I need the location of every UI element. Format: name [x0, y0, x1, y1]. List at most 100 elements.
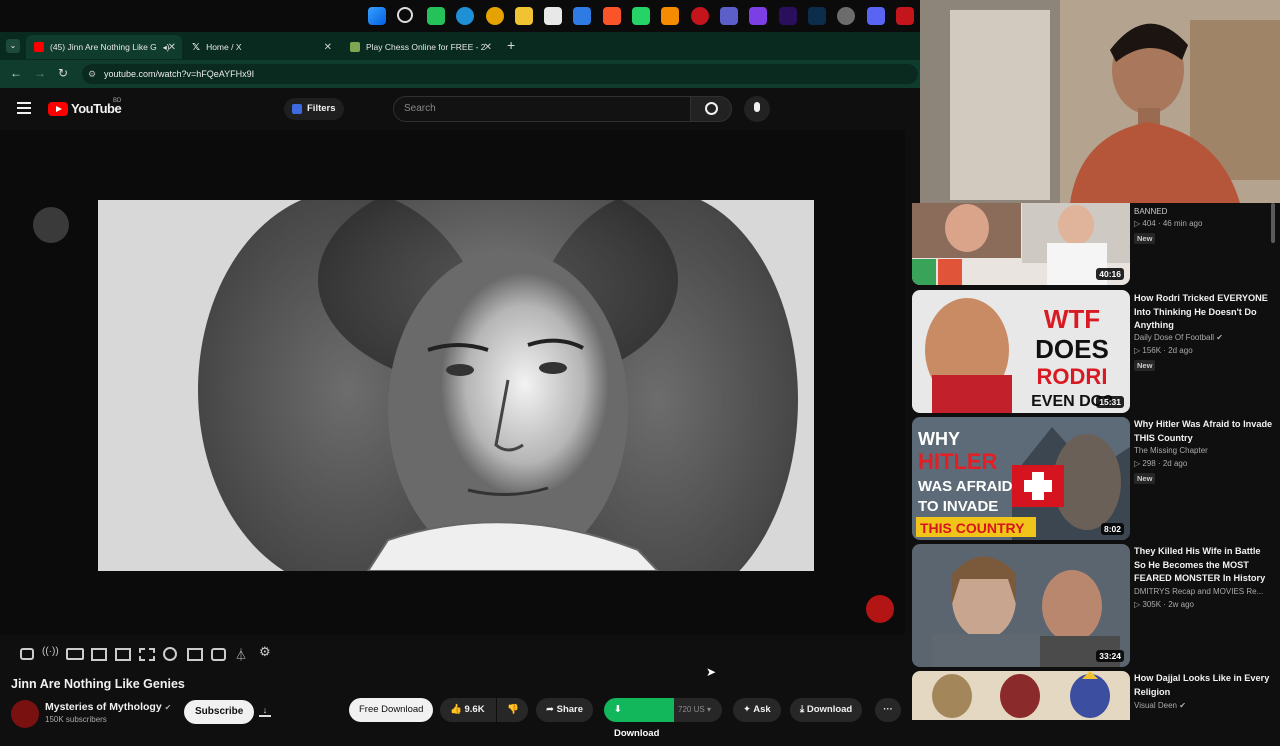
rec-title[interactable]: How Rodri Tricked EVERYONE Into Thinking…: [1134, 292, 1274, 333]
screenshot-icon[interactable]: [211, 648, 226, 661]
download-button[interactable]: ⤓ Download: [790, 698, 863, 722]
rec-title[interactable]: BANNED: [1134, 205, 1274, 219]
close-icon[interactable]: ✕: [484, 42, 492, 53]
store-icon[interactable]: [544, 7, 562, 25]
rec-channel[interactable]: DMITRYS Recap and MOVIES Re...: [1134, 587, 1274, 596]
channel-name[interactable]: Mysteries of Mythology ✔: [45, 701, 171, 713]
rec-title[interactable]: Why Hitler Was Afraid to Invade THIS Cou…: [1134, 418, 1274, 445]
back-arrow-icon[interactable]: ←: [10, 66, 22, 80]
rec-title[interactable]: How Dajjal Looks Like in Every Religion: [1134, 672, 1274, 699]
list-item[interactable]: WTF DOES RODRI EVEN DO? 15:31: [912, 290, 1130, 413]
like-button[interactable]: 👍 9.6K: [440, 698, 496, 722]
tab-list-icon[interactable]: ⌄: [6, 39, 20, 53]
list-item[interactable]: [912, 671, 1130, 720]
close-icon[interactable]: ✕: [324, 42, 332, 53]
video-duration: 8:02: [1100, 523, 1124, 535]
grid-icon[interactable]: [139, 648, 155, 661]
ask-button[interactable]: ✦ Ask: [733, 698, 781, 722]
screen-icon[interactable]: [66, 648, 84, 660]
play-count-icon: ▷: [1134, 346, 1141, 355]
close-icon[interactable]: ✕: [168, 42, 176, 53]
youtube-logo[interactable]: YouTube: [48, 101, 122, 116]
whatsapp-icon[interactable]: [632, 7, 650, 25]
search-input[interactable]: Search: [393, 96, 691, 122]
rec-channel-name: Daily Dose Of Football: [1134, 333, 1215, 342]
menu-icon[interactable]: [17, 102, 31, 117]
app-purple-icon[interactable]: [749, 7, 767, 25]
flask-icon[interactable]: ⏃: [235, 646, 249, 662]
avatar[interactable]: [11, 700, 39, 728]
mail-icon[interactable]: [573, 7, 591, 25]
dislike-button[interactable]: 👎: [497, 698, 528, 722]
new-tab-icon[interactable]: +: [507, 37, 515, 53]
cinema-icon[interactable]: [91, 648, 107, 661]
browser-tab-strip: ⌄ (45) Jinn Are Nothing Like G ◂) ✕ 𝕏 Ho…: [0, 32, 920, 60]
video-frame[interactable]: [98, 200, 814, 571]
free-download-button[interactable]: Free Download: [349, 698, 434, 722]
list-item[interactable]: 40:16: [912, 203, 1130, 285]
list-item[interactable]: 33:24: [912, 544, 1130, 667]
settings-icon[interactable]: [837, 7, 855, 25]
picture-in-picture-icon[interactable]: [115, 648, 131, 661]
edge-icon[interactable]: [456, 7, 474, 25]
lightroom-classic-icon[interactable]: [808, 7, 826, 25]
rec-meta: ▷ 404 · 46 min ago: [1134, 219, 1203, 228]
channel-logo-icon: [866, 595, 894, 623]
share-button[interactable]: ➦ Share: [536, 698, 594, 722]
loop-icon[interactable]: [20, 648, 34, 660]
ask-label: Ask: [753, 704, 771, 715]
add-icon[interactable]: [187, 648, 203, 661]
share-icon: ➦: [546, 704, 554, 715]
rec-channel[interactable]: Daily Dose Of Football ✔: [1134, 333, 1274, 342]
windows-start-icon[interactable]: [368, 7, 386, 25]
thumbnail-text: WAS AFRAID: [918, 478, 1013, 495]
app-red2-icon[interactable]: [896, 7, 914, 25]
chrome-icon[interactable]: [486, 7, 504, 25]
tab-x[interactable]: 𝕏 Home / X ✕: [184, 35, 338, 59]
channel-watermark-icon[interactable]: [33, 207, 69, 243]
tab-chess[interactable]: Play Chess Online for FREE - 2 ✕: [342, 35, 498, 59]
quality-select[interactable]: 720 US ▾: [674, 698, 722, 722]
gear-icon[interactable]: ⚙: [259, 644, 273, 659]
url-field[interactable]: ⚙ youtube.com/watch?v=hFQeAYFHx9I: [82, 64, 918, 84]
vlc-icon[interactable]: [661, 7, 679, 25]
rec-channel[interactable]: The Missing Chapter: [1134, 446, 1274, 455]
site-info-icon[interactable]: ⚙: [88, 64, 96, 84]
filters-button[interactable]: Filters: [284, 98, 344, 120]
sidebar-scrollbar[interactable]: [1271, 203, 1275, 243]
thumbnail-text: HITLER: [918, 449, 998, 474]
video-player[interactable]: [0, 130, 905, 635]
list-item[interactable]: WHY HITLER WAS AFRAID TO INVADE THIS COU…: [912, 417, 1130, 540]
download-small-icon[interactable]: ↓: [259, 705, 271, 717]
download-extension-button[interactable]: ⬇ Download: [604, 698, 674, 739]
search-button[interactable]: [690, 96, 732, 122]
subscribe-button[interactable]: Subscribe: [184, 700, 255, 724]
more-actions-button[interactable]: ···: [875, 698, 901, 722]
like-count: 9.6K: [464, 704, 485, 715]
app-red-icon[interactable]: [691, 7, 709, 25]
video-duration: 33:24: [1096, 650, 1124, 662]
thumbnail-text: DOES: [1035, 334, 1109, 364]
search-icon[interactable]: [397, 7, 413, 23]
brave-icon[interactable]: [603, 7, 621, 25]
filters-label: Filters: [307, 103, 336, 114]
reload-icon[interactable]: ↻: [58, 66, 68, 80]
audio-icon[interactable]: ((·)): [42, 646, 59, 660]
speed-icon[interactable]: [163, 647, 177, 661]
rec-meta: ▷ 156K · 2d ago: [1134, 346, 1193, 355]
voice-search-button[interactable]: [744, 96, 770, 122]
url-text: youtube.com/watch?v=hFQeAYFHx9I: [104, 69, 255, 79]
tab-chess-label: Play Chess Online for FREE - 2: [366, 42, 486, 52]
forward-arrow-icon[interactable]: →: [34, 66, 46, 80]
app-icon[interactable]: [427, 7, 445, 25]
folder-icon[interactable]: [515, 7, 533, 25]
discord-icon[interactable]: [867, 7, 885, 25]
tab-youtube[interactable]: (45) Jinn Are Nothing Like G ◂) ✕: [26, 35, 182, 59]
rec-title[interactable]: They Killed His Wife in Battle So He Bec…: [1134, 545, 1274, 586]
new-badge: New: [1134, 473, 1156, 484]
teams-icon[interactable]: [720, 7, 738, 25]
premiere-icon[interactable]: [779, 7, 797, 25]
search-icon: [705, 102, 718, 115]
video-title: Jinn Are Nothing Like Genies: [11, 677, 185, 691]
rec-channel[interactable]: Visual Deen ✔: [1134, 701, 1274, 710]
